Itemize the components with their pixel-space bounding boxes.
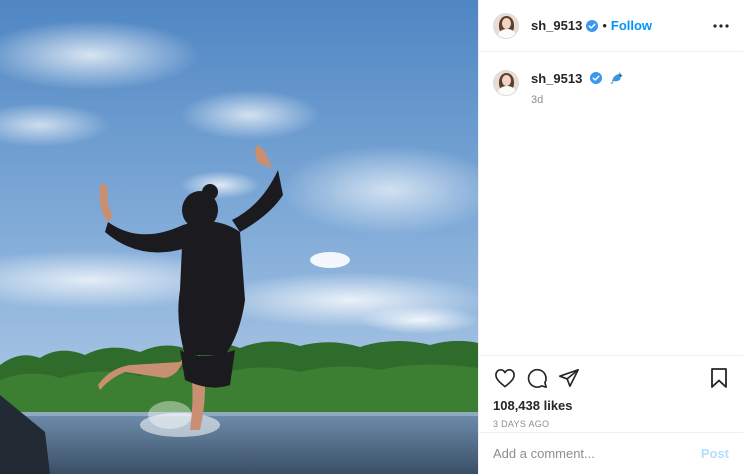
post-comment-button[interactable]: Post xyxy=(701,446,729,461)
comment-bar: Post xyxy=(479,432,743,474)
verified-badge-icon xyxy=(589,72,602,84)
bookmark-icon[interactable] xyxy=(707,366,731,390)
action-icons xyxy=(493,366,729,390)
author-username[interactable]: sh_9513 xyxy=(531,18,582,33)
caption-username[interactable]: sh_9513 xyxy=(531,71,582,86)
instagram-post: sh_9513 • Follow sh_9513 3d 108,438 like… xyxy=(0,0,743,474)
caption-time-ago: 3d xyxy=(531,94,544,106)
post-header: sh_9513 • Follow xyxy=(479,0,743,52)
dolphin-emoji-icon xyxy=(610,72,623,84)
photo-image xyxy=(0,0,478,474)
comment-icon[interactable] xyxy=(525,366,549,390)
caption-body: sh_9513 3d xyxy=(531,70,624,106)
post-photo[interactable] xyxy=(0,0,478,474)
post-actions: 108,438 likes 3 DAYS AGO xyxy=(479,355,743,429)
share-icon[interactable] xyxy=(557,366,581,390)
profile-avatar[interactable] xyxy=(493,12,519,39)
header-separator: • xyxy=(602,18,607,33)
like-count[interactable]: 108,438 likes xyxy=(493,398,729,413)
follow-button[interactable]: Follow xyxy=(611,18,652,33)
post-side-panel: sh_9513 • Follow sh_9513 3d 108,438 like… xyxy=(478,0,743,474)
comment-input[interactable] xyxy=(493,446,701,461)
heart-icon[interactable] xyxy=(493,366,517,390)
caption-avatar[interactable] xyxy=(493,70,519,96)
caption-line: sh_9513 xyxy=(531,70,624,88)
post-caption: sh_9513 3d xyxy=(493,70,729,106)
post-date: 3 DAYS AGO xyxy=(493,419,550,429)
verified-badge-icon xyxy=(586,19,599,32)
ellipsis-icon[interactable] xyxy=(709,14,733,38)
